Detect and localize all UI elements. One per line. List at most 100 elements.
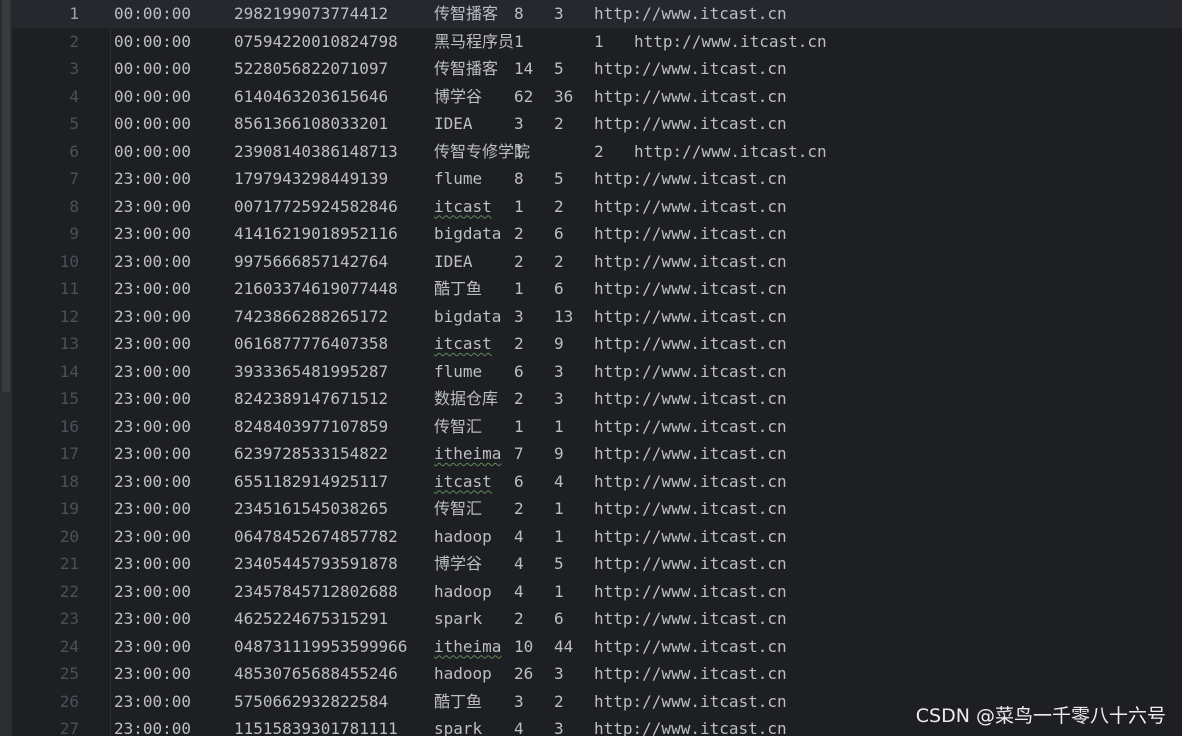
- order-field: 5: [554, 554, 564, 573]
- url-field: http://www.itcast.cn: [594, 279, 787, 298]
- code-line[interactable]: 19 23:00:00 2345161545038265 传智汇 2 1 http://ww…: [12, 495, 1182, 523]
- rank-field: 4: [514, 719, 524, 736]
- time-field: 23:00:00: [114, 581, 192, 601]
- line-number: 24: [59, 636, 79, 656]
- order-field: 3: [554, 4, 564, 23]
- line-number: 21: [59, 554, 79, 573]
- code-line[interactable]: 8 23:00:00 00717725924582846 itcast 1 2 http:/…: [12, 193, 1182, 221]
- line-number: 10: [59, 251, 79, 271]
- code-line[interactable]: 10 23:00:00 9975666857142764 IDEA 2 2 http://w…: [12, 248, 1182, 276]
- scrollbar-thumb[interactable]: [2, 0, 10, 392]
- user-id-field: 2982199073774412: [234, 4, 389, 23]
- user-id-field: 11515839301781111: [234, 719, 398, 736]
- code-line[interactable]: 3 00:00:00 5228056822071097 传智播客 14 5 http://w…: [12, 55, 1182, 83]
- keyword-field: bigdata: [434, 224, 502, 243]
- code-line[interactable]: 9 23:00:00 41416219018952116 bigdata 2 6 http:…: [12, 220, 1182, 248]
- code-line[interactable]: 18 23:00:00 6551182914925117 itcast 6 4 http:/…: [12, 468, 1182, 496]
- code-line[interactable]: 1 00:00:00 2982199073774412 传智播客 8 3 http://ww…: [12, 0, 1182, 28]
- rank-field: 6: [514, 361, 524, 381]
- user-id-field: 48530765688455246: [234, 664, 398, 683]
- keyword-field: IDEA: [434, 251, 473, 271]
- url-field: http://www.itcast.cn: [594, 554, 787, 573]
- url-field: http://www.itcast.cn: [594, 361, 787, 381]
- code-line[interactable]: 20 23:00:00 06478452674857782 hadoop 4 1 http:…: [12, 523, 1182, 551]
- order-field: 1: [554, 499, 564, 518]
- watermark: CSDN @菜鸟一千零八十六号: [915, 705, 1166, 727]
- code-line[interactable]: 25 23:00:00 48530765688455246 hadoop 26 3 http…: [12, 660, 1182, 688]
- keyword-field: 传智播客: [434, 59, 499, 78]
- code-line[interactable]: 15 23:00:00 8242389147671512 数据仓库 2 3 http://w…: [12, 385, 1182, 413]
- order-field: 36: [554, 86, 574, 106]
- url-field: http://www.itcast.cn: [594, 224, 787, 243]
- time-field: 23:00:00: [114, 196, 192, 216]
- rank-field: 26: [514, 664, 534, 683]
- code-line[interactable]: 22 23:00:00 23457845712802688 hadoop 4 1 http:…: [12, 578, 1182, 606]
- code-line[interactable]: 24 23:00:00 048731119953599966 itheima 10 44 h…: [12, 633, 1182, 661]
- order-field: 3: [554, 664, 564, 683]
- code-line[interactable]: 23 23:00:00 4625224675315291 spark 2 6 http://…: [12, 605, 1182, 633]
- order-field: 1: [554, 526, 564, 546]
- line-number: 11: [59, 279, 79, 298]
- line-number: 12: [59, 306, 79, 326]
- time-field: 23:00:00: [114, 224, 192, 243]
- url-field: http://www.itcast.cn: [594, 526, 787, 546]
- line-number: 20: [59, 526, 79, 546]
- line-number: 25: [59, 664, 79, 683]
- rank-field: 1: [514, 279, 524, 298]
- keyword-field: 传智播客: [434, 4, 499, 23]
- url-field: http://www.itcast.cn: [594, 719, 787, 736]
- user-id-field: 0616877776407358: [234, 334, 389, 353]
- scrollbar-track[interactable]: [0, 0, 12, 736]
- keyword-field: bigdata: [434, 306, 502, 326]
- user-id-field: 6551182914925117: [234, 471, 389, 491]
- code-line[interactable]: 5 00:00:00 8561366108033201 IDEA 3 2 http://ww…: [12, 110, 1182, 138]
- line-number: 4: [69, 86, 79, 106]
- line-number: 3: [69, 59, 79, 78]
- user-id-field: 23908140386148713: [234, 141, 398, 161]
- keyword-field: flume: [434, 361, 483, 381]
- url-field: http://www.itcast.cn: [634, 31, 827, 51]
- order-field: 6: [554, 224, 564, 243]
- line-number: 15: [59, 389, 79, 408]
- order-field: 2: [554, 251, 564, 271]
- url-field: http://www.itcast.cn: [594, 306, 787, 326]
- url-field: http://www.itcast.cn: [594, 169, 787, 188]
- line-number: 27: [59, 719, 79, 736]
- code-line[interactable]: 6 00:00:00 23908140386148713 传智专修学院 1 2 http:/…: [12, 138, 1182, 166]
- rank-field: 4: [514, 554, 524, 573]
- user-id-field: 9975666857142764: [234, 251, 389, 271]
- line-number: 8: [69, 196, 79, 216]
- keyword-field: IDEA: [434, 114, 473, 133]
- rank-field: 1: [514, 141, 524, 161]
- user-id-field: 8561366108033201: [234, 114, 389, 133]
- time-field: 00:00:00: [114, 86, 192, 106]
- code-line[interactable]: 12 23:00:00 7423866288265172 bigdata 3 13 http…: [12, 303, 1182, 331]
- code-line[interactable]: 4 00:00:00 6140463203615646 博学谷 62 36 http://w…: [12, 83, 1182, 111]
- user-id-field: 8248403977107859: [234, 416, 389, 436]
- code-line[interactable]: 11 23:00:00 21603374619077448 酷丁鱼 1 6 http://w…: [12, 275, 1182, 303]
- time-field: 23:00:00: [114, 636, 192, 656]
- user-id-field: 6140463203615646: [234, 86, 389, 106]
- code-lines[interactable]: 1 00:00:00 2982199073774412 传智播客 8 3 http://ww…: [12, 0, 1182, 736]
- rank-field: 2: [514, 389, 524, 408]
- text-editor[interactable]: 1 00:00:00 2982199073774412 传智播客 8 3 http://ww…: [0, 0, 1182, 736]
- time-field: 00:00:00: [114, 59, 192, 78]
- keyword-field: 酷丁鱼: [434, 691, 483, 711]
- code-line[interactable]: 16 23:00:00 8248403977107859 传智汇 1 1 http://ww…: [12, 413, 1182, 441]
- code-line[interactable]: 17 23:00:00 6239728533154822 itheima 7 9 http:…: [12, 440, 1182, 468]
- code-line[interactable]: 14 23:00:00 3933365481995287 flume 6 3 http://…: [12, 358, 1182, 386]
- code-line[interactable]: 21 23:00:00 23405445793591878 博学谷 4 5 http://w…: [12, 550, 1182, 578]
- code-line[interactable]: 7 23:00:00 1797943298449139 flume 8 5 http://w…: [12, 165, 1182, 193]
- order-field: 6: [554, 609, 564, 628]
- time-field: 23:00:00: [114, 609, 192, 628]
- rank-field: 7: [514, 444, 524, 463]
- user-id-field: 3933365481995287: [234, 361, 389, 381]
- code-line[interactable]: 2 00:00:00 07594220010824798 黑马程序员 1 1 http://…: [12, 28, 1182, 56]
- line-number: 16: [59, 416, 79, 436]
- time-field: 23:00:00: [114, 471, 192, 491]
- url-field: http://www.itcast.cn: [594, 444, 787, 463]
- time-field: 00:00:00: [114, 31, 192, 51]
- keyword-field: itcast: [434, 334, 492, 353]
- code-line[interactable]: 13 23:00:00 0616877776407358 itcast 2 9 http:/…: [12, 330, 1182, 358]
- keyword-field: spark: [434, 719, 483, 736]
